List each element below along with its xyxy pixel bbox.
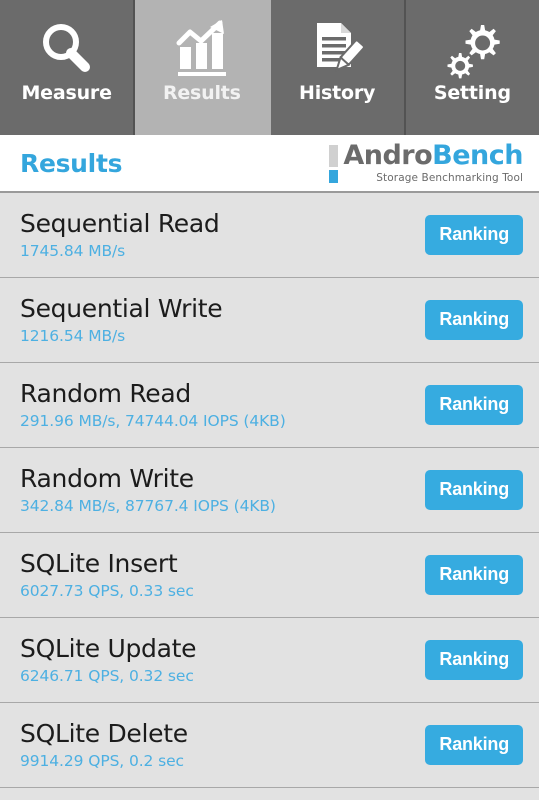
logo-bars-icon <box>329 142 339 184</box>
document-pencil-icon <box>305 14 369 84</box>
androbench-logo: AndroBench Storage Benchmarking Tool <box>329 140 523 184</box>
table-row[interactable]: SQLite Delete 9914.29 QPS, 0.2 sec Ranki… <box>0 703 539 788</box>
result-value: 6246.71 QPS, 0.32 sec <box>20 667 194 685</box>
main-tab-bar: Measure Results History Setting <box>0 0 539 135</box>
gears-icon <box>440 14 504 84</box>
table-row[interactable]: SQLite Insert 6027.73 QPS, 0.33 sec Rank… <box>0 533 539 618</box>
logo-name-andro: Andro <box>343 140 433 172</box>
result-value: 291.96 MB/s, 74744.04 IOPS (4KB) <box>20 412 286 430</box>
result-title: Sequential Write <box>20 294 223 323</box>
result-title: SQLite Delete <box>20 719 188 748</box>
table-row[interactable]: Sequential Write 1216.54 MB/s Ranking <box>0 278 539 363</box>
bar-chart-icon <box>170 14 234 84</box>
table-row[interactable]: Random Write 342.84 MB/s, 87767.4 IOPS (… <box>0 448 539 533</box>
ranking-button[interactable]: Ranking <box>425 640 523 680</box>
result-value: 1745.84 MB/s <box>20 242 126 260</box>
result-title: Random Write <box>20 464 194 493</box>
tab-setting[interactable]: Setting <box>405 0 539 135</box>
result-value: 6027.73 QPS, 0.33 sec <box>20 582 194 600</box>
result-value: 342.84 MB/s, 87767.4 IOPS (4KB) <box>20 497 276 515</box>
page-header: Results AndroBench Storage Benchmarking … <box>0 135 539 193</box>
tab-setting-label: Setting <box>433 82 511 104</box>
tab-history-label: History <box>299 82 376 104</box>
ranking-button[interactable]: Ranking <box>425 300 523 340</box>
tab-results-label: Results <box>162 82 241 104</box>
logo-tagline: Storage Benchmarking Tool <box>376 171 523 184</box>
table-row[interactable]: SQLite Update 6246.71 QPS, 0.32 sec Rank… <box>0 618 539 703</box>
result-title: Random Read <box>20 379 191 408</box>
magnifier-icon <box>35 14 99 84</box>
ranking-button[interactable]: Ranking <box>425 725 523 765</box>
ranking-button[interactable]: Ranking <box>425 385 523 425</box>
tab-history[interactable]: History <box>270 0 406 135</box>
result-value: 9914.29 QPS, 0.2 sec <box>20 752 184 770</box>
logo-name-bench: Bench <box>432 140 523 172</box>
result-title: SQLite Insert <box>20 549 178 578</box>
result-title: SQLite Update <box>20 634 197 663</box>
table-row[interactable]: Sequential Read 1745.84 MB/s Ranking <box>0 193 539 278</box>
tab-measure[interactable]: Measure <box>0 0 136 135</box>
tab-results[interactable]: Results <box>135 0 271 135</box>
table-row[interactable]: Random Read 291.96 MB/s, 74744.04 IOPS (… <box>0 363 539 448</box>
ranking-button[interactable]: Ranking <box>425 215 523 255</box>
result-title: Sequential Read <box>20 209 220 238</box>
result-value: 1216.54 MB/s <box>20 327 126 345</box>
results-list: Sequential Read 1745.84 MB/s Ranking Seq… <box>0 193 539 788</box>
page-title: Results <box>20 148 123 178</box>
tab-measure-label: Measure <box>21 82 112 104</box>
ranking-button[interactable]: Ranking <box>425 470 523 510</box>
ranking-button[interactable]: Ranking <box>425 555 523 595</box>
